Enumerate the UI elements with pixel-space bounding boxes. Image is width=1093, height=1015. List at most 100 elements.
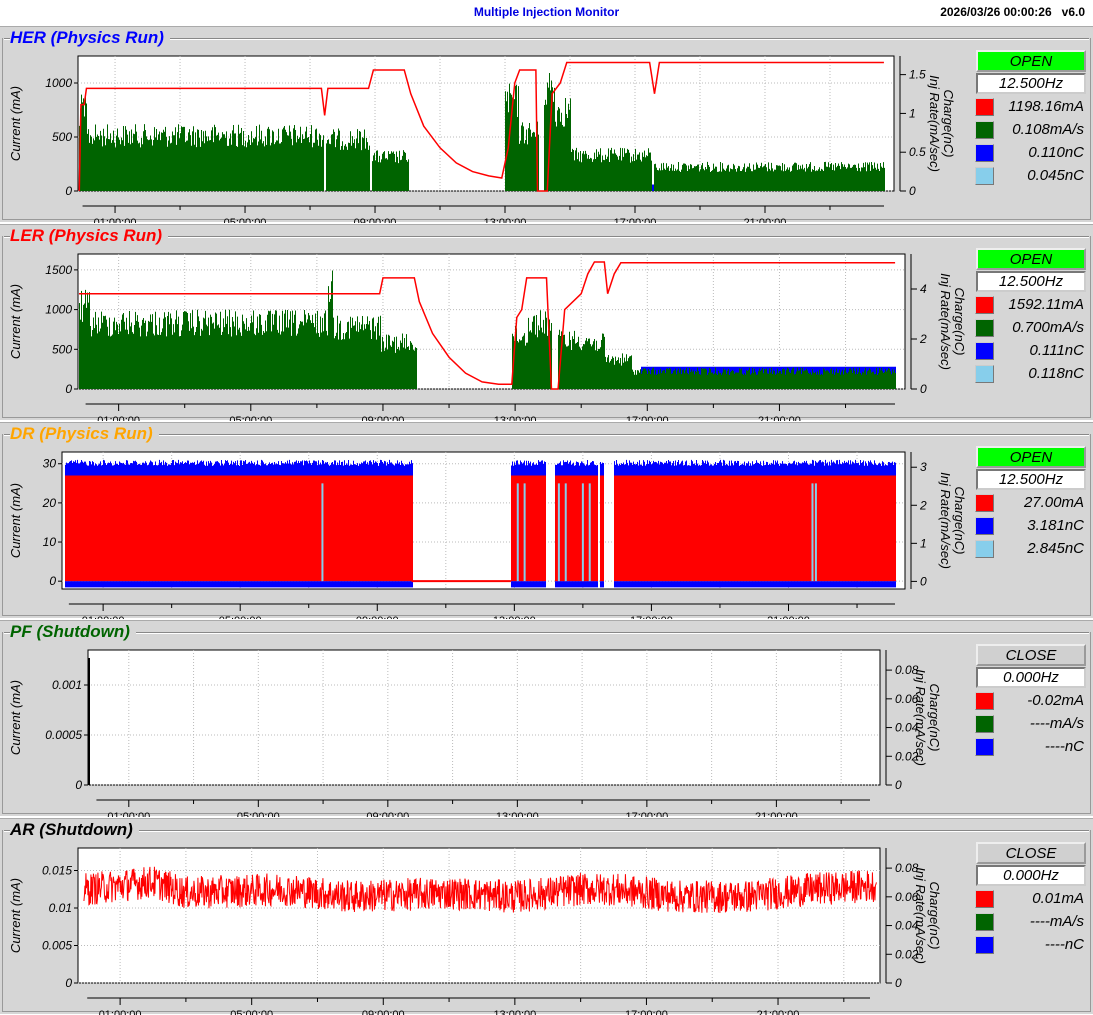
panel-her: 0 500 1000 0 0.5 1 1.5 Current (mA) Charge(nC) In… [0,26,1093,223]
y-tick-label: 0.01 [49,901,72,915]
time-tick-label: 09:00:00 [354,217,397,223]
status-button[interactable]: OPEN [976,248,1086,270]
time-tick-label: 21:00:00 [744,217,787,223]
right-axis-label-charge: Charge(nC) [941,90,956,158]
plot-her: 0 500 1000 0 0.5 1 1.5 Current (mA) Charge(nC)In… [8,55,956,223]
time-tick-label: 13:00:00 [493,615,536,619]
legend-swatch[interactable] [975,517,994,535]
time-tick-label: 05:00:00 [230,1009,273,1015]
legend-swatch[interactable] [975,319,994,337]
time-tick-label: 13:00:00 [494,415,537,421]
legend-value: 1198.16mA [1008,98,1084,115]
time-tick-label: 09:00:00 [356,615,399,619]
app-title: Multiple Injection Monitor [473,5,620,19]
y2-tick-label: 0.5 [909,145,926,159]
time-tick-label: 09:00:00 [362,415,405,421]
charge-band-bottom [511,581,546,588]
right-axis-label-charge: Charge(nC) [952,288,967,356]
legend-swatch[interactable] [975,738,994,756]
legend-swatch[interactable] [975,936,994,954]
legend-swatch[interactable] [975,365,994,383]
legend-swatch[interactable] [975,167,994,185]
status-button[interactable]: OPEN [976,446,1086,468]
legend-item: 0.118nC [975,364,1090,386]
legend-value: 0.111nC [1029,342,1085,359]
legend-item: 0.110nC [975,143,1090,165]
right-axis-label-rate: Inj Rate(mA/sec) [913,867,928,964]
y-tick-label: 1000 [45,76,72,90]
legend-value: 0.01mA [1032,890,1084,907]
time-tick-label: 21:00:00 [757,1009,800,1015]
charge-band-bottom [614,581,896,588]
right-axis-label-charge: Charge(nC) [927,684,942,752]
rate-fill [372,150,409,191]
legend-value: 0.045nC [1027,167,1084,184]
time-tick-label: 01:00:00 [107,811,150,817]
legend-swatch[interactable] [975,692,994,710]
panel-pf: 0 0.0005 0.001 0 0.02 0.04 0.06 0.08 Current (mA… [0,620,1093,817]
charge-band-bottom [600,581,604,588]
right-axis-label-rate: Inj Rate(mA/sec) [938,273,953,370]
plot-ar: 00.0050.010.01500.020.040.060.08Current … [8,847,942,1015]
legend-item: 27.00mA [975,493,1090,515]
charge-band [511,460,546,476]
legend-swatch[interactable] [975,296,994,314]
status-button[interactable]: CLOSE [976,644,1086,666]
y2-tick-label: 0 [909,184,916,198]
legend-item: 3.181nC [975,516,1090,538]
status-button[interactable]: CLOSE [976,842,1086,864]
legend-swatch[interactable] [975,890,994,908]
time-tick-label: 05:00:00 [219,615,262,619]
time-tick-label: 01:00:00 [82,615,125,619]
time-tick-label: 17:00:00 [625,811,668,817]
panel-dr: 0 10 20 30 0 1 2 3 Current (mA) Charge(nC) Inj Rat… [0,422,1093,619]
legend-value: 3.181nC [1027,517,1084,534]
legend-swatch[interactable] [975,342,994,360]
time-tick-label: 13:00:00 [496,811,539,817]
legend-swatch[interactable] [975,144,994,162]
datetime: 2026/03/26 00:00:26 [940,5,1052,19]
rate-fill [79,289,90,389]
legend-value: 1592.11mA [1008,296,1084,313]
legend-swatch[interactable] [975,98,994,116]
divider [4,830,1089,832]
legend-swatch[interactable] [975,913,994,931]
frequency-display: 0.000Hz [976,865,1086,886]
time-tick-label: 21:00:00 [755,811,798,817]
version: v6.0 [1061,5,1085,19]
legend-item: ----mA/s [975,912,1090,934]
legend-item: 1592.11mA [975,295,1090,317]
legend-swatch[interactable] [975,715,994,733]
legend-swatch[interactable] [975,494,994,512]
legend-swatch[interactable] [975,121,994,139]
left-axis-label: Current (mA) [8,878,23,953]
y-tick-label: 0 [75,778,82,792]
y2-tick-label: 4 [920,282,927,296]
frequency-display: 0.000Hz [976,667,1086,688]
y-tick-label: 500 [52,342,72,356]
divider [4,632,1089,634]
time-tick-label: 13:00:00 [484,217,527,223]
left-axis-label: Current (mA) [8,483,23,558]
legend-swatch[interactable] [975,540,994,558]
y2-tick-label: 3 [920,460,927,474]
plot-area [87,649,881,786]
frequency-display: 12.500Hz [976,469,1086,490]
time-tick-label: 05:00:00 [224,217,267,223]
status-button[interactable]: OPEN [976,50,1086,72]
rate-fill [570,147,652,191]
y2-tick-label: 0 [920,382,927,396]
y-tick-label: 0.0005 [45,728,82,742]
y-tick-label: 0 [65,976,72,990]
y2-tick-label: 2 [919,498,927,512]
panel-title: LER (Physics Run) [10,226,169,246]
plot-area [77,847,881,984]
panel-title: PF (Shutdown) [10,622,136,642]
panel-ar: 0 0.005 0.01 0.015 0 0.02 0.04 0.06 0.08 Current … [0,818,1093,1015]
y-tick-label: 0.001 [52,678,82,692]
plot-dr: 0 10 20 30 0 1 2 3 Current (mA) Charge(nC)Inj Rat… [8,451,967,619]
rate-fill [333,315,381,389]
time-tick-label: 01:00:00 [99,1009,142,1015]
legend-value: ----mA/s [1029,913,1084,930]
legend-value: 2.845nC [1027,540,1084,557]
